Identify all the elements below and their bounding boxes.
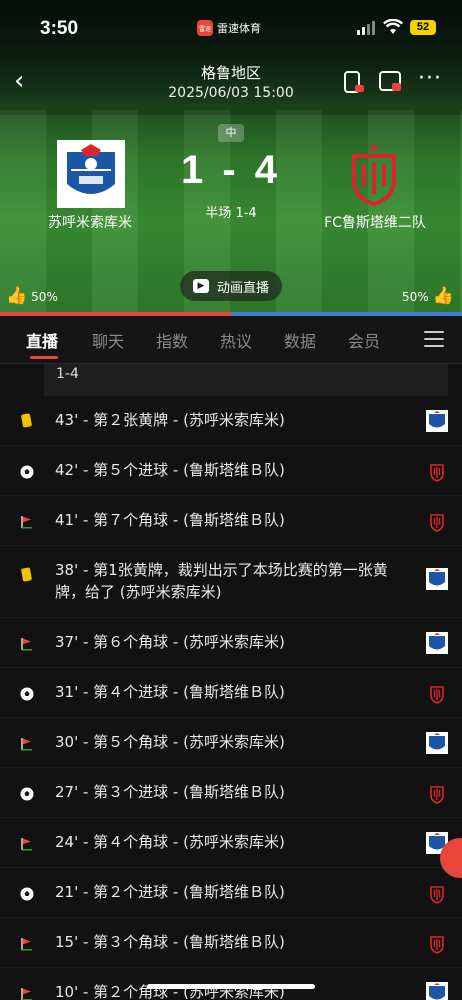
more-icon[interactable]: ··· xyxy=(418,66,442,91)
yellow-card-icon xyxy=(20,567,33,582)
home-vote-percent: 50% xyxy=(31,289,58,304)
app-name: 雷速体育 xyxy=(217,22,261,35)
away-team-logo-small xyxy=(426,932,448,954)
corner-flag-icon xyxy=(20,836,34,851)
event-text: 41' - 第７个角球 - (鲁斯塔维Ｂ队) xyxy=(55,511,285,529)
tab-discussion[interactable]: 热议 xyxy=(220,328,252,352)
event-row: 38' - 第1张黄牌，裁判出示了本场比赛的第一张黄牌，给了 (苏呼米索库米) xyxy=(0,546,462,618)
match-status-badge: 中 xyxy=(218,124,244,142)
home-team-logo-small xyxy=(426,732,448,754)
event-row: 37' - 第６个角球 - (苏呼米索库米) xyxy=(0,618,462,668)
active-tab-indicator xyxy=(30,356,58,359)
away-team-logo-small xyxy=(426,882,448,904)
tab-live[interactable]: 直播 xyxy=(26,328,58,352)
corner-flag-icon xyxy=(20,514,34,529)
home-team-logo-small xyxy=(426,568,448,590)
event-text: 27' - 第３个进球 - (鲁斯塔维Ｂ队) xyxy=(55,783,285,801)
thumbs-up-icon: 👍 xyxy=(432,286,454,306)
wifi-icon xyxy=(383,19,403,34)
tab-bar: 直播 聊天 指数 热议 数据 会员 xyxy=(0,316,462,364)
event-text: 30' - 第５个角球 - (苏呼米索库米) xyxy=(55,733,285,751)
animation-live-button[interactable]: ▶ 动画直播 xyxy=(180,271,282,301)
battery-indicator: 52 xyxy=(410,20,436,35)
away-team-logo-small xyxy=(426,460,448,482)
status-time: 3:50 xyxy=(40,18,79,39)
away-team-logo-small xyxy=(426,682,448,704)
animation-live-label: 动画直播 xyxy=(216,280,269,296)
corner-flag-icon xyxy=(20,936,34,951)
away-vote[interactable]: 50% 👍 xyxy=(402,288,454,305)
soccer-ball-icon xyxy=(20,464,34,479)
live-event-feed[interactable]: 1-4 43' - 第２张黄牌 - (苏呼米索库米) 42' - 第５个进球 - … xyxy=(0,364,462,1000)
corner-flag-icon xyxy=(20,736,34,751)
away-team-logo-small xyxy=(426,510,448,532)
play-icon: ▶ xyxy=(192,279,209,293)
yellow-card-icon xyxy=(20,413,33,428)
event-text: 38' - 第1张黄牌，裁判出示了本场比赛的第一张黄牌，给了 (苏呼米索库米) xyxy=(55,561,388,601)
event-text: 21' - 第２个进球 - (鲁斯塔维Ｂ队) xyxy=(55,883,285,901)
corner-flag-icon xyxy=(20,986,34,1000)
app-badge: 雷速 雷速体育 xyxy=(197,20,261,36)
signal-icon xyxy=(357,21,375,35)
home-team-logo-small xyxy=(426,632,448,654)
event-text: 24' - 第４个角球 - (苏呼米索库米) xyxy=(55,833,285,851)
away-vote-percent: 50% xyxy=(402,289,429,304)
event-text: 42' - 第５个进球 - (鲁斯塔维Ｂ队) xyxy=(55,461,285,479)
float-window-icon[interactable] xyxy=(378,70,402,94)
event-text: 15' - 第３个角球 - (鲁斯塔维Ｂ队) xyxy=(55,933,285,951)
menu-icon[interactable] xyxy=(424,331,444,349)
status-bar: 3:50 雷速 雷速体育 52 xyxy=(0,0,462,52)
match-header: 3:50 雷速 雷速体育 52 ‹ 格鲁地区 2025/06/03 15:00 … xyxy=(0,0,462,316)
event-row: 43' - 第２张黄牌 - (苏呼米索库米) xyxy=(0,396,462,446)
event-row: 24' - 第４个角球 - (苏呼米索库米) xyxy=(0,818,462,868)
home-team-logo[interactable] xyxy=(57,140,125,208)
home-team-logo-small xyxy=(426,982,448,1000)
tab-odds[interactable]: 指数 xyxy=(156,328,188,352)
event-row: 31' - 第４个进球 - (鲁斯塔维Ｂ队) xyxy=(0,668,462,718)
event-row: 21' - 第２个进球 - (鲁斯塔维Ｂ队) xyxy=(0,868,462,918)
event-row: 15' - 第３个角球 - (鲁斯塔维Ｂ队) xyxy=(0,918,462,968)
away-team-logo[interactable] xyxy=(340,140,408,208)
home-vote[interactable]: 👍 50% xyxy=(6,288,58,305)
event-row: 30' - 第５个角球 - (苏呼米索库米) xyxy=(0,718,462,768)
event-text: 43' - 第２张黄牌 - (苏呼米索库米) xyxy=(55,411,285,429)
tab-data[interactable]: 数据 xyxy=(284,328,316,352)
tab-chat[interactable]: 聊天 xyxy=(92,328,124,352)
away-team-name[interactable]: FC鲁斯塔维二队 xyxy=(300,212,450,232)
app-logo-icon: 雷速 xyxy=(197,20,213,36)
previous-event-text: 1-4 xyxy=(44,364,448,396)
event-text: 37' - 第６个角球 - (苏呼米索库米) xyxy=(55,633,285,651)
event-row: 41' - 第７个角球 - (鲁斯塔维Ｂ队) xyxy=(0,496,462,546)
soccer-ball-icon xyxy=(20,686,34,701)
away-team-logo-small xyxy=(426,782,448,804)
soccer-ball-icon xyxy=(20,786,34,801)
soccer-ball-icon xyxy=(20,886,34,901)
screen-cast-icon[interactable] xyxy=(342,70,366,94)
home-team-name[interactable]: 苏呼米索库米 xyxy=(30,212,150,232)
event-row: 27' - 第３个进球 - (鲁斯塔维Ｂ队) xyxy=(0,768,462,818)
home-indicator xyxy=(147,984,315,989)
event-text: 31' - 第４个进球 - (鲁斯塔维Ｂ队) xyxy=(55,683,285,701)
thumbs-up-icon: 👍 xyxy=(6,286,28,306)
home-team-logo-small xyxy=(426,410,448,432)
corner-flag-icon xyxy=(20,636,34,651)
tab-member[interactable]: 会员 xyxy=(348,328,380,352)
event-row: 42' - 第５个进球 - (鲁斯塔维Ｂ队) xyxy=(0,446,462,496)
